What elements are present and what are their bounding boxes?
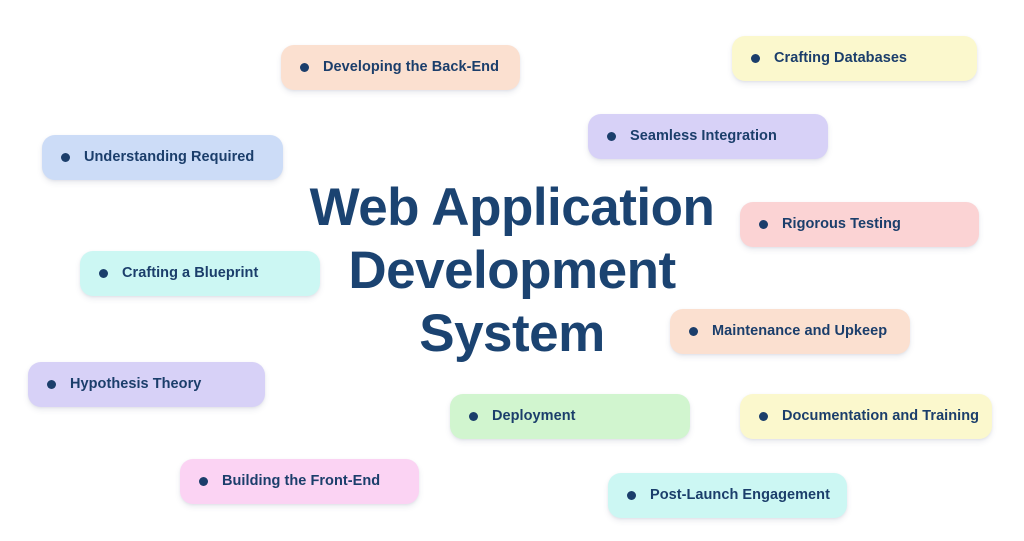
topic-pill-crafting-databases[interactable]: Crafting Databases — [732, 36, 977, 81]
topic-pill-label: Building the Front-End — [222, 473, 381, 490]
topic-pill-label: Post-Launch Engagement — [650, 487, 830, 504]
topic-pill-hypothesis-theory[interactable]: Hypothesis Theory — [28, 362, 265, 407]
bullet-dot-icon — [751, 54, 760, 63]
topic-pill-building-the-front-end[interactable]: Building the Front-End — [180, 459, 419, 504]
topic-pill-crafting-a-blueprint[interactable]: Crafting a Blueprint — [80, 251, 320, 296]
topic-pill-label: Hypothesis Theory — [70, 376, 202, 393]
bullet-dot-icon — [759, 412, 768, 421]
topic-pill-understanding-required[interactable]: Understanding Required — [42, 135, 283, 180]
bullet-dot-icon — [300, 63, 309, 72]
topic-pill-developing-the-back-end[interactable]: Developing the Back-End — [281, 45, 520, 90]
word-cloud-canvas: Web Application Development System Devel… — [0, 0, 1024, 541]
topic-pill-label: Maintenance and Upkeep — [712, 323, 888, 340]
bullet-dot-icon — [99, 269, 108, 278]
topic-pill-label: Crafting a Blueprint — [122, 265, 259, 282]
topic-pill-label: Understanding Required — [84, 149, 255, 166]
topic-pill-label: Deployment — [492, 408, 576, 425]
bullet-dot-icon — [61, 153, 70, 162]
topic-pill-label: Developing the Back-End — [323, 59, 499, 76]
topic-pill-deployment[interactable]: Deployment — [450, 394, 690, 439]
bullet-dot-icon — [47, 380, 56, 389]
bullet-dot-icon — [759, 220, 768, 229]
topic-pill-documentation-and-training[interactable]: Documentation and Training — [740, 394, 992, 439]
topic-pill-maintenance-and-upkeep[interactable]: Maintenance and Upkeep — [670, 309, 910, 354]
topic-pill-label: Crafting Databases — [774, 50, 908, 67]
topic-pill-label: Documentation and Training — [782, 408, 980, 425]
bullet-dot-icon — [199, 477, 208, 486]
bullet-dot-icon — [627, 491, 636, 500]
bullet-dot-icon — [469, 412, 478, 421]
topic-pill-label: Seamless Integration — [630, 128, 777, 145]
topic-pill-post-launch-engagement[interactable]: Post-Launch Engagement — [608, 473, 847, 518]
bullet-dot-icon — [689, 327, 698, 336]
bullet-dot-icon — [607, 132, 616, 141]
topic-pill-label: Rigorous Testing — [782, 216, 901, 233]
topic-pill-rigorous-testing[interactable]: Rigorous Testing — [740, 202, 979, 247]
topic-pill-seamless-integration[interactable]: Seamless Integration — [588, 114, 828, 159]
